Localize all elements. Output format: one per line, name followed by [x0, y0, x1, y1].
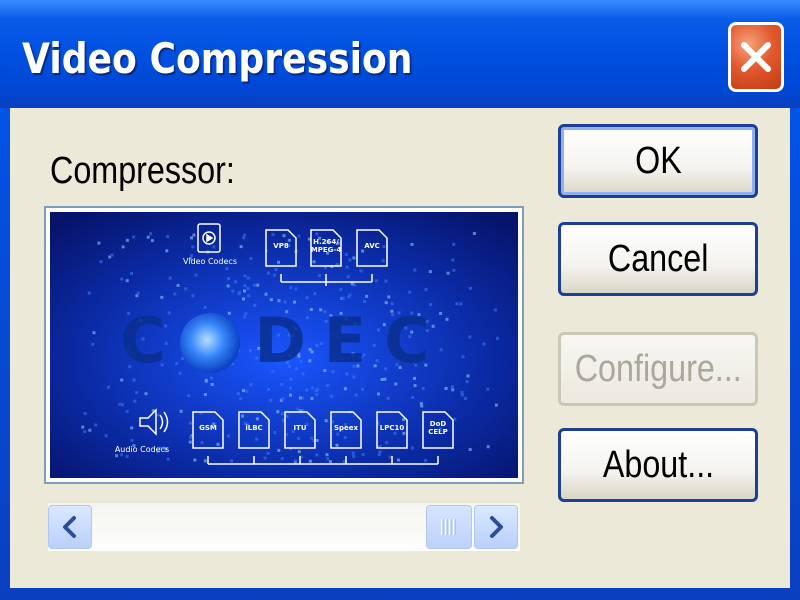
scrollbar-thumb[interactable] — [426, 505, 472, 549]
video-codec-doc-icon-label: AVC — [364, 242, 380, 250]
close-button[interactable] — [728, 22, 784, 92]
dialog-body: Compressor: CODEC Video Codecs VP8 H.264… — [10, 108, 790, 588]
scroll-right-button[interactable] — [474, 505, 518, 549]
video-codec-doc-icon-label: VP8 — [273, 242, 289, 250]
horizontal-scrollbar[interactable] — [48, 503, 520, 551]
audio-codec-doc-icon-label: ITU — [293, 424, 306, 432]
codec-preview-image: CODEC Video Codecs VP8 H.264/MPEG-4 AVC Au… — [44, 206, 524, 484]
audio-codec-doc-icon-label: GSM — [199, 424, 217, 432]
globe-graphic — [180, 313, 240, 373]
about-button[interactable]: About... — [558, 428, 758, 502]
dialog-window: Video Compression Compressor: CODEC Vide… — [0, 0, 800, 600]
compressor-label: Compressor: — [50, 150, 235, 192]
about-button-label: About... — [602, 443, 714, 486]
configure-button[interactable]: Configure... — [558, 332, 758, 406]
configure-button-label: Configure... — [574, 347, 742, 390]
audio-codec-doc-icon-label: DoD — [430, 420, 447, 428]
window-title: Video Compression — [22, 34, 413, 83]
ok-button-label: OK — [634, 139, 682, 182]
cancel-button[interactable]: Cancel — [558, 222, 758, 296]
chevron-left-icon — [63, 516, 76, 538]
audio-codec-doc-icon-label: CELP — [428, 428, 448, 436]
scroll-left-button[interactable] — [48, 505, 92, 549]
video-codecs-label: Video Codecs — [183, 257, 237, 266]
codec-big-text: CODEC — [120, 304, 448, 377]
video-codec-doc-icon-label: H.264/ — [313, 238, 339, 246]
title-bar[interactable]: Video Compression — [0, 0, 800, 108]
grip-icon — [441, 519, 456, 535]
audio-codec-doc-icon-label: Speex — [334, 424, 359, 432]
chevron-right-icon — [490, 516, 503, 538]
cancel-button-label: Cancel — [607, 237, 709, 280]
audio-codecs-label: Audio Codecs — [115, 445, 169, 454]
video-codec-doc-icon-label: MPEG-4 — [311, 246, 342, 254]
ok-button[interactable]: OK — [558, 124, 758, 198]
audio-codec-doc-icon-label: iLBC — [245, 424, 262, 432]
close-icon — [741, 42, 771, 72]
audio-codec-doc-icon-label: LPC10 — [380, 424, 405, 432]
